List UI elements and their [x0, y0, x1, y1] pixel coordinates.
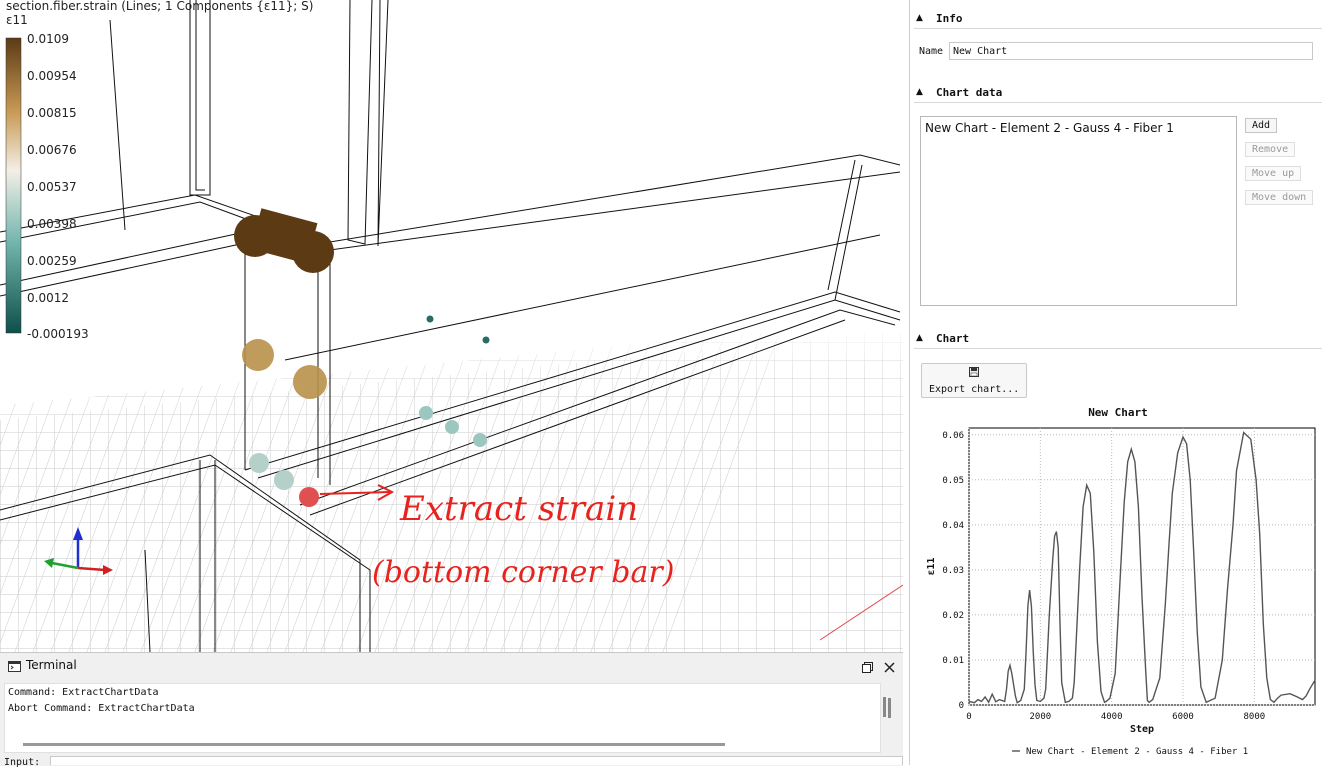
move-down-button[interactable]: Move down — [1245, 190, 1314, 205]
list-item[interactable]: New Chart - Element 2 - Gauss 4 - Fiber … — [925, 121, 1174, 135]
y-tick-label: 0 — [959, 701, 964, 711]
vertical-scrollbar[interactable] — [888, 698, 891, 718]
save-icon — [969, 367, 979, 377]
colorbar-tick: 0.00259 — [27, 254, 77, 268]
y-tick-label: 0.04 — [942, 521, 964, 531]
colorbar-tick: 0.00398 — [27, 217, 77, 231]
selected-fiber-point[interactable] — [299, 487, 319, 507]
y-tick-label: 0.06 — [942, 431, 964, 441]
x-tick-label: 4000 — [1101, 712, 1123, 722]
terminal-line: Command: ExtractChartData — [8, 687, 159, 698]
chart-data-list[interactable]: New Chart - Element 2 - Gauss 4 - Fiber … — [920, 116, 1237, 306]
colorbar — [5, 37, 22, 334]
remove-button[interactable]: Remove — [1245, 142, 1296, 157]
collapse-arrow-icon[interactable]: ▲ — [916, 13, 923, 23]
input-label: Input: — [4, 757, 41, 768]
restore-icon[interactable] — [862, 662, 873, 673]
terminal-title: Terminal — [26, 658, 77, 672]
properties-panel: ▲ Info Name New Chart ▲ Chart data New C… — [909, 0, 1325, 765]
x-tick-label: 6000 — [1172, 712, 1194, 722]
export-chart-button[interactable]: Export chart... — [921, 363, 1027, 398]
colorbar-tick: -0.000193 — [27, 327, 89, 341]
horizontal-scrollbar[interactable] — [23, 743, 725, 746]
x-tick-label: 8000 — [1244, 712, 1266, 722]
line-chart[interactable]: 0 0.01 0.02 0.03 0.04 0.05 0.06 0 2000 4000 6000 80… — [910, 400, 1325, 765]
annotation-line1: Extract strain — [399, 489, 638, 529]
x-tick-label: 0 — [966, 712, 971, 722]
viewport-3d[interactable]: Extract strain (bottom corner bar) secti… — [0, 0, 903, 652]
annotation-line2: (bottom corner bar) — [372, 555, 674, 590]
close-icon[interactable] — [884, 662, 895, 673]
colorbar-label: ε11 — [6, 13, 28, 27]
terminal-line: Abort Command: ExtractChartData — [8, 703, 195, 714]
colorbar-tick: 0.00676 — [27, 143, 77, 157]
x-tick-label: 2000 — [1029, 712, 1051, 722]
terminal-scrollbar-thumb[interactable] — [883, 697, 886, 717]
colorbar-tick: 0.00815 — [27, 106, 77, 120]
chart-section-header[interactable]: ▲ Chart — [914, 328, 1322, 349]
colorbar-tick: 0.00954 — [27, 69, 77, 83]
name-label: Name — [919, 46, 944, 57]
plot-area — [968, 427, 1316, 706]
move-up-button[interactable]: Move up — [1245, 166, 1302, 181]
y-tick-label: 0.02 — [942, 611, 964, 621]
info-section-header[interactable]: ▲ Info — [914, 8, 1322, 29]
terminal-icon — [8, 661, 21, 672]
y-tick-label: 0.05 — [942, 476, 964, 486]
terminal-panel: Terminal Command: ExtractChartData Abort… — [0, 652, 903, 766]
collapse-arrow-icon[interactable]: ▲ — [916, 87, 923, 97]
collapse-arrow-icon[interactable]: ▲ — [916, 333, 923, 343]
y-axis-label: ε11 — [926, 557, 937, 575]
viewport-title: section.fiber.strain (Lines; 1 Component… — [6, 0, 314, 13]
terminal-output: Command: ExtractChartData Abort Command:… — [4, 683, 891, 753]
y-tick-label: 0.03 — [942, 566, 964, 576]
add-button[interactable]: Add — [1245, 118, 1278, 133]
command-input[interactable] — [50, 756, 903, 765]
y-tick-label: 0.01 — [942, 656, 964, 666]
legend-label: New Chart - Element 2 - Gauss 4 - Fiber … — [1026, 747, 1248, 757]
chart-data-section-header[interactable]: ▲ Chart data — [914, 82, 1322, 103]
colorbar-tick: 0.00537 — [27, 180, 77, 194]
x-axis-label: Step — [1130, 724, 1154, 735]
name-input[interactable]: New Chart — [949, 42, 1313, 60]
colorbar-tick: 0.0012 — [27, 291, 69, 305]
scene-canvas[interactable]: Extract strain (bottom corner bar) — [0, 0, 903, 652]
ground-grid — [0, 320, 903, 652]
colorbar-tick: 0.0109 — [27, 32, 69, 46]
